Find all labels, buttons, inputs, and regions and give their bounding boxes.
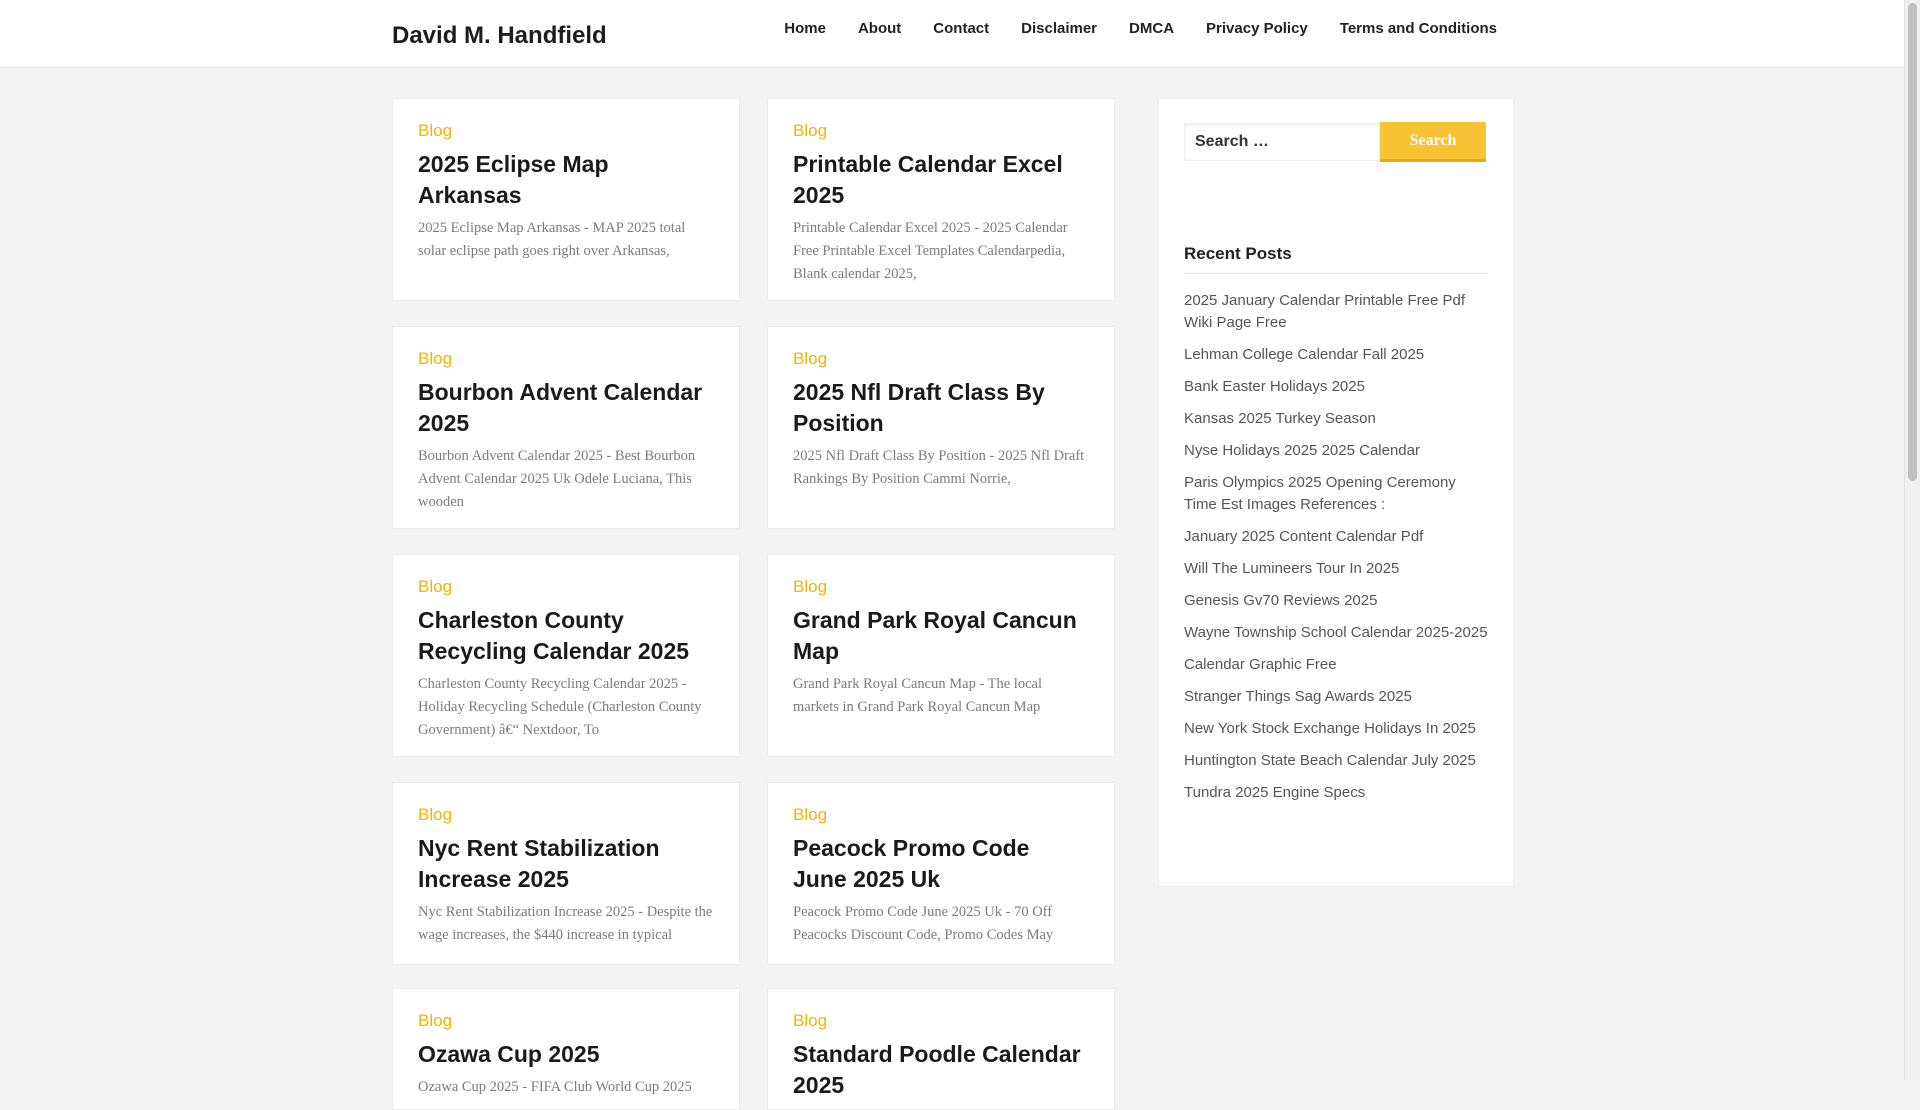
post-category-link[interactable]: Blog (418, 349, 714, 369)
recent-post-link[interactable]: Genesis Gv70 Reviews 2025 (1184, 592, 1377, 609)
sidebar: Search Recent Posts 2025 January Calenda… (1158, 98, 1514, 887)
nav-contact[interactable]: Contact (933, 20, 989, 37)
nav-home[interactable]: Home (784, 20, 826, 37)
list-item: New York Stock Exchange Holidays In 2025 (1184, 718, 1488, 740)
nav-about[interactable]: About (858, 20, 901, 37)
search-form: Search (1184, 122, 1488, 162)
recent-post-link[interactable]: 2025 January Calendar Printable Free Pdf… (1184, 292, 1465, 331)
post-title-link[interactable]: Standard Poodle Calendar 2025 (793, 1039, 1089, 1101)
recent-post-link[interactable]: Wayne Township School Calendar 2025-2025 (1184, 624, 1488, 641)
recent-post-link[interactable]: Tundra 2025 Engine Specs (1184, 784, 1365, 801)
recent-post-link[interactable]: Calendar Graphic Free (1184, 656, 1337, 673)
list-item: 2025 January Calendar Printable Free Pdf… (1184, 290, 1488, 334)
list-item: Lehman College Calendar Fall 2025 (1184, 344, 1488, 366)
list-item: Will The Lumineers Tour In 2025 (1184, 558, 1488, 580)
post-category-link[interactable]: Blog (418, 121, 714, 141)
main-nav: Home About Contact Disclaimer DMCA Priva… (752, 20, 1497, 37)
list-item: Tundra 2025 Engine Specs (1184, 782, 1488, 804)
recent-post-link[interactable]: Bank Easter Holidays 2025 (1184, 378, 1365, 395)
post-category-link[interactable]: Blog (793, 805, 1089, 825)
post-category-link[interactable]: Blog (793, 121, 1089, 141)
recent-post-link[interactable]: New York Stock Exchange Holidays In 2025 (1184, 720, 1476, 737)
recent-post-link[interactable]: January 2025 Content Calendar Pdf (1184, 528, 1423, 545)
recent-post-link[interactable]: Huntington State Beach Calendar July 202… (1184, 752, 1476, 769)
post-excerpt: 2025 Nfl Draft Class By Position - 2025 … (793, 448, 1085, 487)
post-title-link[interactable]: Bourbon Advent Calendar 2025 (418, 377, 714, 439)
recent-post-link[interactable]: Nyse Holidays 2025 2025 Calendar (1184, 442, 1420, 459)
post-category-link[interactable]: Blog (793, 577, 1089, 597)
post-excerpt: Bourbon Advent Calendar 2025 - Best Bour… (418, 448, 696, 510)
post-category-link[interactable]: Blog (418, 1011, 714, 1031)
nav-disclaimer[interactable]: Disclaimer (1021, 20, 1097, 37)
post-title-link[interactable]: Grand Park Royal Cancun Map (793, 605, 1089, 667)
nav-terms-and-conditions[interactable]: Terms and Conditions (1340, 20, 1497, 37)
post-title-link[interactable]: Printable Calendar Excel 2025 (793, 149, 1089, 211)
nav-privacy-policy[interactable]: Privacy Policy (1206, 20, 1308, 37)
list-item: Stranger Things Sag Awards 2025 (1184, 686, 1488, 708)
list-item: Nyse Holidays 2025 2025 Calendar (1184, 440, 1488, 462)
recent-post-link[interactable]: Will The Lumineers Tour In 2025 (1184, 560, 1399, 577)
scrollbar-thumb[interactable] (1908, 3, 1917, 481)
post-card: Blog 2025 Nfl Draft Class By Position 20… (767, 326, 1115, 529)
post-category-link[interactable]: Blog (793, 349, 1089, 369)
recent-posts-title: Recent Posts (1184, 244, 1488, 274)
list-item: Calendar Graphic Free (1184, 654, 1488, 676)
post-card: Blog Charleston County Recycling Calenda… (392, 554, 740, 757)
post-title-link[interactable]: 2025 Nfl Draft Class By Position (793, 377, 1089, 439)
nav-dmca[interactable]: DMCA (1129, 20, 1174, 37)
post-title-link[interactable]: Nyc Rent Stabilization Increase 2025 (418, 833, 714, 895)
list-item: Wayne Township School Calendar 2025-2025 (1184, 622, 1488, 644)
list-item: January 2025 Content Calendar Pdf (1184, 526, 1488, 548)
list-item: Bank Easter Holidays 2025 (1184, 376, 1488, 398)
recent-post-link[interactable]: Kansas 2025 Turkey Season (1184, 410, 1376, 427)
list-item: Huntington State Beach Calendar July 202… (1184, 750, 1488, 772)
post-card: Blog Ozawa Cup 2025 Ozawa Cup 2025 - FIF… (392, 988, 740, 1110)
post-excerpt: Peacock Promo Code June 2025 Uk - 70 Off… (793, 904, 1054, 943)
recent-post-link[interactable]: Stranger Things Sag Awards 2025 (1184, 688, 1412, 705)
post-category-link[interactable]: Blog (418, 805, 714, 825)
page-scrollbar[interactable] (1904, 0, 1920, 1080)
post-excerpt: Nyc Rent Stabilization Increase 2025 - D… (418, 904, 713, 943)
site-header: David M. Handfield Home About Contact Di… (0, 0, 1905, 68)
post-title-link[interactable]: Charleston County Recycling Calendar 202… (418, 605, 714, 667)
site-title[interactable]: David M. Handfield (392, 22, 607, 50)
post-excerpt: Printable Calendar Excel 2025 - 2025 Cal… (793, 220, 1068, 282)
post-card: Blog Nyc Rent Stabilization Increase 202… (392, 782, 740, 965)
post-category-link[interactable]: Blog (793, 1011, 1089, 1031)
post-title-link[interactable]: 2025 Eclipse Map Arkansas (418, 149, 714, 211)
search-button[interactable]: Search (1380, 122, 1486, 162)
list-item: Genesis Gv70 Reviews 2025 (1184, 590, 1488, 612)
post-card: Blog Grand Park Royal Cancun Map Grand P… (767, 554, 1115, 757)
recent-post-link[interactable]: Paris Olympics 2025 Opening Ceremony Tim… (1184, 474, 1456, 513)
post-category-link[interactable]: Blog (418, 577, 714, 597)
post-excerpt: 2025 Eclipse Map Arkansas - MAP 2025 tot… (418, 220, 686, 259)
post-card: Blog Standard Poodle Calendar 2025 (767, 988, 1115, 1110)
post-excerpt: Grand Park Royal Cancun Map - The local … (793, 676, 1042, 715)
post-card: Blog 2025 Eclipse Map Arkansas 2025 Ecli… (392, 98, 740, 301)
post-card: Blog Peacock Promo Code June 2025 Uk Pea… (767, 782, 1115, 965)
post-card: Blog Bourbon Advent Calendar 2025 Bourbo… (392, 326, 740, 529)
recent-posts-list: 2025 January Calendar Printable Free Pdf… (1184, 290, 1488, 804)
post-title-link[interactable]: Peacock Promo Code June 2025 Uk (793, 833, 1089, 895)
search-input[interactable] (1184, 123, 1380, 161)
post-excerpt: Ozawa Cup 2025 - FIFA Club World Cup 202… (418, 1079, 692, 1095)
post-excerpt: Charleston County Recycling Calendar 202… (418, 676, 702, 738)
list-item: Kansas 2025 Turkey Season (1184, 408, 1488, 430)
post-title-link[interactable]: Ozawa Cup 2025 (418, 1039, 714, 1070)
recent-post-link[interactable]: Lehman College Calendar Fall 2025 (1184, 346, 1424, 363)
post-card: Blog Printable Calendar Excel 2025 Print… (767, 98, 1115, 301)
list-item: Paris Olympics 2025 Opening Ceremony Tim… (1184, 472, 1488, 516)
